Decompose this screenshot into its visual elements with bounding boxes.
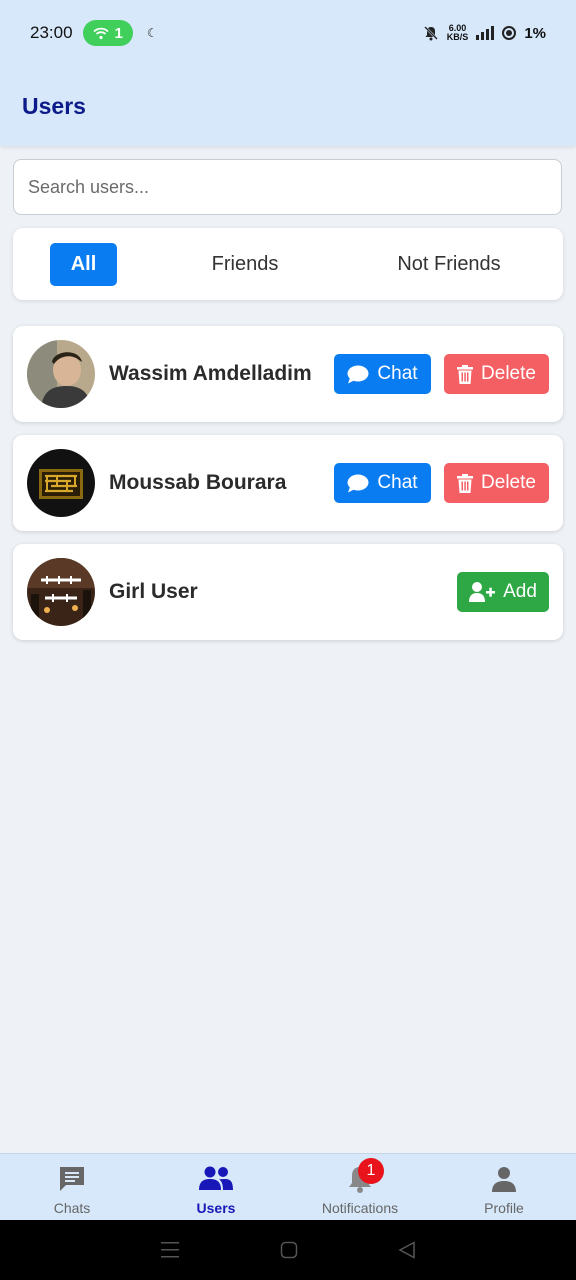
user-plus-icon [469,582,496,602]
nav-label: Chats [53,1200,91,1216]
avatar [27,449,95,517]
nav-item-notifications[interactable]: 1 Notifications [288,1154,432,1220]
hotspot-count: 1 [114,24,123,42]
mute-bell-icon [423,26,438,41]
person-icon [491,1162,517,1196]
user-card: Girl User Add [13,544,563,640]
tab-not-friends[interactable]: Not Friends [373,243,525,286]
status-bar: 23:00 1 ☾ 6.00 KB/S 1% [0,0,576,66]
nav-item-users[interactable]: Users [144,1154,288,1220]
avatar [27,558,95,626]
status-bar-right: 6.00 KB/S 1% [423,24,546,42]
recent-apps-icon[interactable] [160,1241,180,1259]
nav-label: Profile [484,1200,524,1216]
user-name: Moussab Bourara [109,471,287,494]
delete-button[interactable]: Delete [444,463,549,503]
page-title: Users [22,92,86,119]
nav-label: Users [196,1200,236,1216]
nav-item-chats[interactable]: Chats [0,1154,144,1220]
chat-bubble-icon [347,474,369,492]
back-icon[interactable] [398,1241,416,1259]
trash-icon [457,364,474,384]
avatar-calligraphy [27,449,95,517]
network-speed-unit: KB/S [446,32,469,42]
user-name: Girl User [109,580,198,603]
chat-button[interactable]: Chat [334,463,431,503]
avatar [27,340,95,408]
user-name: Wassim Amdelladim [109,362,312,385]
search-input[interactable] [13,159,562,215]
nav-item-profile[interactable]: Profile [432,1154,576,1220]
chat-button-label: Chat [377,472,418,493]
trash-icon [457,473,474,493]
bottom-nav: Chats Users 1 Notifications Profile [0,1153,576,1220]
users-icon [199,1162,233,1196]
hotspot-indicator: 1 [82,20,133,46]
signal-icon [476,26,495,40]
nav-label: Notifications [321,1200,399,1216]
add-button-label: Add [503,581,537,602]
tab-all[interactable]: All [50,243,117,286]
chat-icon [57,1162,87,1196]
chat-button[interactable]: Chat [334,354,431,394]
user-card: Wassim Amdelladim Chat Delete [13,326,563,422]
clock: 23:00 [30,23,73,42]
delete-button-label: Delete [481,472,536,493]
delete-button-label: Delete [481,363,536,384]
tab-friends[interactable]: Friends [183,243,307,286]
add-friend-button[interactable]: Add [457,572,549,612]
chat-bubble-icon [347,365,369,383]
avatar-night-scene [27,558,95,626]
filter-tabs: All Friends Not Friends [13,228,563,300]
delete-button[interactable]: Delete [444,354,549,394]
battery-saver-icon [502,26,517,40]
user-card: Moussab Bourara Chat Delete [13,435,563,531]
home-icon[interactable] [280,1241,298,1259]
network-speed: 6.00 KB/S [447,24,469,42]
battery-level: 1% [524,24,546,42]
search-container [13,159,562,215]
mosque-icon: ☾ [146,26,158,40]
chat-button-label: Chat [377,363,418,384]
status-bar-left: 23:00 1 ☾ [30,20,158,46]
system-nav-bar [0,1220,576,1280]
avatar-photo [27,340,95,408]
wifi-icon [92,27,109,39]
notification-badge: 1 [358,1158,384,1184]
app-header: Users [0,66,576,146]
